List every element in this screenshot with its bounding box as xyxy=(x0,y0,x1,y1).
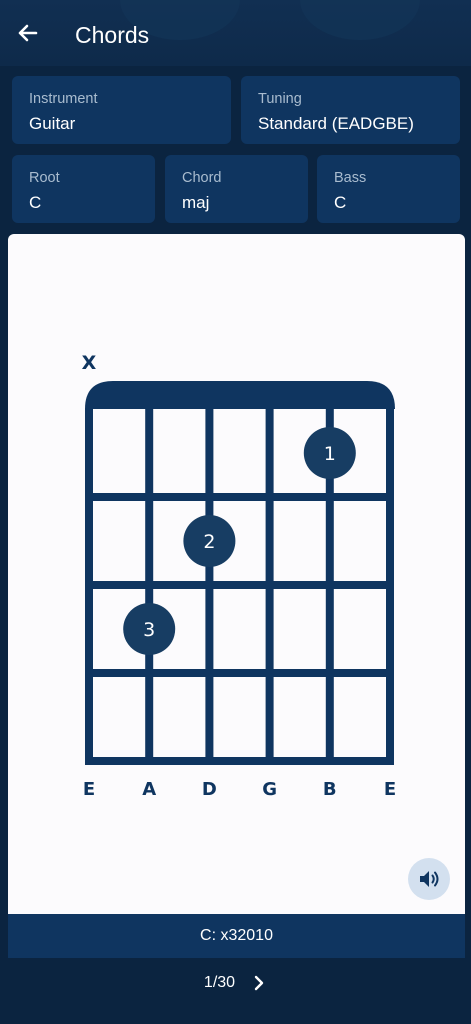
app-header: Chords xyxy=(0,0,471,66)
tuning-selector[interactable]: Tuning Standard (EADGBE) xyxy=(241,76,460,144)
bass-label: Bass xyxy=(334,170,367,186)
chevron-right-icon[interactable] xyxy=(249,973,269,993)
pager: 1/30 xyxy=(8,958,465,1008)
root-value: C xyxy=(29,193,42,212)
finger-number: 1 xyxy=(324,443,336,465)
string-label: E xyxy=(384,779,396,800)
tuning-label: Tuning xyxy=(258,91,302,107)
root-selector[interactable]: Root C xyxy=(12,155,155,223)
chord-value: maj xyxy=(182,193,210,212)
instrument-value: Guitar xyxy=(29,114,76,133)
root-label: Root xyxy=(29,170,60,186)
arrow-left-icon[interactable] xyxy=(12,18,42,48)
instrument-label: Instrument xyxy=(29,91,98,107)
string-label: B xyxy=(323,779,337,800)
nut xyxy=(85,381,395,409)
bass-selector[interactable]: Bass C xyxy=(317,155,460,223)
finger-dot: 2 xyxy=(183,515,236,567)
chord-label: Chord xyxy=(182,170,222,186)
fret-line xyxy=(85,493,394,501)
play-sound-button[interactable] xyxy=(408,858,450,900)
page-indicator: 1/30 xyxy=(203,974,236,991)
fret-line xyxy=(85,581,394,589)
instrument-selector[interactable]: Instrument Guitar xyxy=(12,76,231,144)
chord-diagram-panel: 1 2 3 E A D G B E X xyxy=(8,234,465,916)
tuning-value: Standard (EADGBE) xyxy=(258,114,414,133)
chord-fingering-caption: C: x32010 xyxy=(8,914,465,958)
bass-value: C xyxy=(334,193,347,212)
finger-dot: 1 xyxy=(303,427,356,479)
string-label: A xyxy=(142,779,156,800)
finger-number: 2 xyxy=(203,531,215,553)
muted-string-marker: X xyxy=(82,352,97,374)
fret-line xyxy=(85,757,394,765)
speaker-icon xyxy=(420,871,439,887)
fret-line xyxy=(85,669,394,677)
chord-diagram: 1 2 3 E A D G B E X xyxy=(82,352,396,800)
chord-selector[interactable]: Chord maj xyxy=(165,155,308,223)
string-label: G xyxy=(262,779,277,800)
string-label: D xyxy=(202,779,217,800)
finger-dot: 3 xyxy=(123,603,176,655)
page-title: Chords xyxy=(75,22,150,48)
string-label: E xyxy=(83,779,95,800)
chord-fingering-text: C: x32010 xyxy=(200,927,273,944)
header-decoration xyxy=(300,0,420,40)
finger-number: 3 xyxy=(143,619,155,641)
